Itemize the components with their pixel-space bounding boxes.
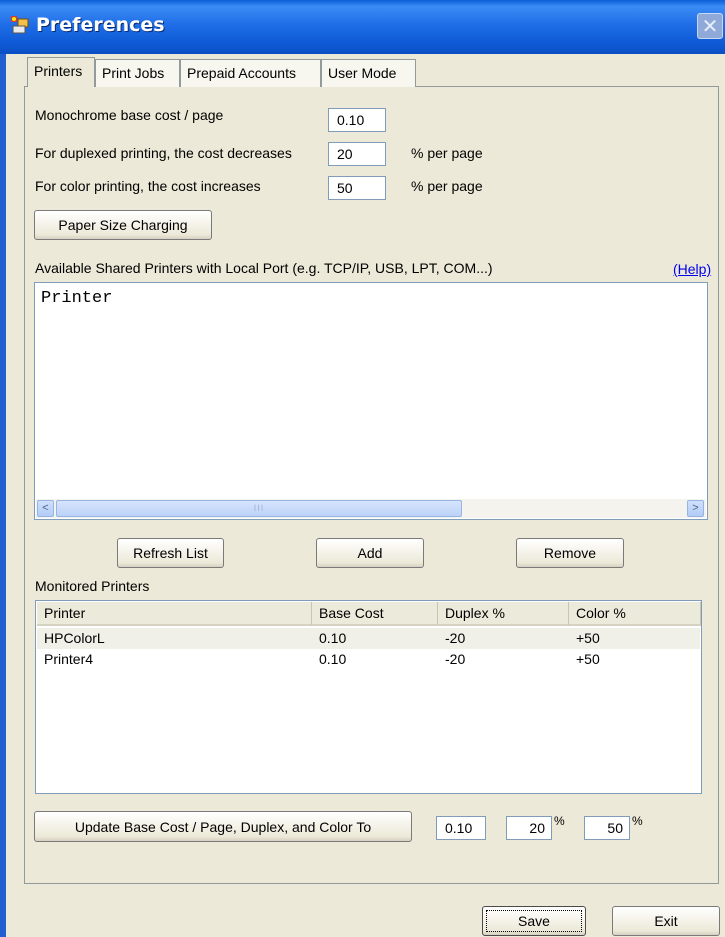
paper-size-charging-button[interactable]: Paper Size Charging	[34, 210, 212, 240]
update-color-input[interactable]: 50	[584, 816, 630, 840]
list-item[interactable]: Printer	[41, 289, 112, 308]
exit-button[interactable]: Exit	[612, 906, 720, 936]
window-frame	[0, 54, 6, 937]
column-header-color[interactable]: Color %	[569, 602, 701, 626]
update-duplex-percent-label: %	[554, 814, 565, 828]
duplex-input[interactable]: 20	[328, 142, 386, 166]
duplex-unit-label: % per page	[411, 145, 483, 161]
update-duplex-input[interactable]: 20	[506, 816, 552, 840]
add-button[interactable]: Add	[316, 538, 424, 568]
mono-cost-label: Monochrome base cost / page	[35, 107, 224, 123]
update-costs-button[interactable]: Update Base Cost / Page, Duplex, and Col…	[34, 811, 412, 842]
window-title: Preferences	[36, 14, 165, 36]
remove-button[interactable]: Remove	[516, 538, 624, 568]
help-link[interactable]: (Help)	[673, 261, 711, 277]
refresh-list-button[interactable]: Refresh List	[117, 538, 224, 568]
cell-printer: HPColorL	[44, 630, 105, 646]
close-icon: ✕	[701, 14, 719, 38]
tab-prepaid-accounts[interactable]: Prepaid Accounts	[180, 59, 321, 87]
cell-printer: Printer4	[44, 651, 94, 667]
title-bar: Preferences ✕	[0, 0, 725, 54]
app-icon	[11, 16, 29, 34]
color-input[interactable]: 50	[328, 176, 386, 200]
close-button[interactable]: ✕	[697, 13, 723, 39]
cell-base-cost: 0.10	[319, 651, 347, 667]
scrollbar-thumb[interactable]: III	[56, 500, 462, 517]
horizontal-scrollbar[interactable]: < III >	[36, 499, 706, 518]
column-header-base-cost[interactable]: Base Cost	[312, 602, 438, 626]
scroll-left-icon[interactable]: <	[37, 500, 54, 517]
save-button[interactable]: Save	[482, 906, 586, 936]
color-unit-label: % per page	[411, 178, 483, 194]
cell-duplex: -20	[445, 651, 466, 667]
shared-printers-list[interactable]: Printer < III >	[34, 282, 708, 520]
shared-printers-label: Available Shared Printers with Local Por…	[35, 260, 493, 276]
cell-color: +50	[576, 630, 600, 646]
color-label: For color printing, the cost increases	[35, 178, 261, 194]
cell-duplex: -20	[445, 630, 466, 646]
cell-color: +50	[576, 651, 600, 667]
tab-user-mode[interactable]: User Mode	[321, 59, 416, 87]
update-color-percent-label: %	[632, 814, 643, 828]
duplex-label: For duplexed printing, the cost decrease…	[35, 145, 292, 161]
tab-print-jobs[interactable]: Print Jobs	[95, 59, 180, 87]
update-base-cost-input[interactable]: 0.10	[436, 816, 486, 840]
tab-printers[interactable]: Printers	[27, 57, 95, 87]
table-row[interactable]: Printer4 0.10 -20 +50	[37, 649, 700, 670]
column-header-duplex[interactable]: Duplex %	[438, 602, 569, 626]
scroll-right-icon[interactable]: >	[687, 500, 704, 517]
cell-base-cost: 0.10	[319, 630, 347, 646]
monitored-printers-table[interactable]: Printer Base Cost Duplex % Color % HPCol…	[35, 600, 702, 794]
mono-cost-input[interactable]: 0.10	[328, 108, 386, 132]
monitored-printers-label: Monitored Printers	[35, 578, 150, 594]
column-header-printer[interactable]: Printer	[37, 602, 312, 626]
table-row[interactable]: HPColorL 0.10 -20 +50	[37, 628, 700, 649]
